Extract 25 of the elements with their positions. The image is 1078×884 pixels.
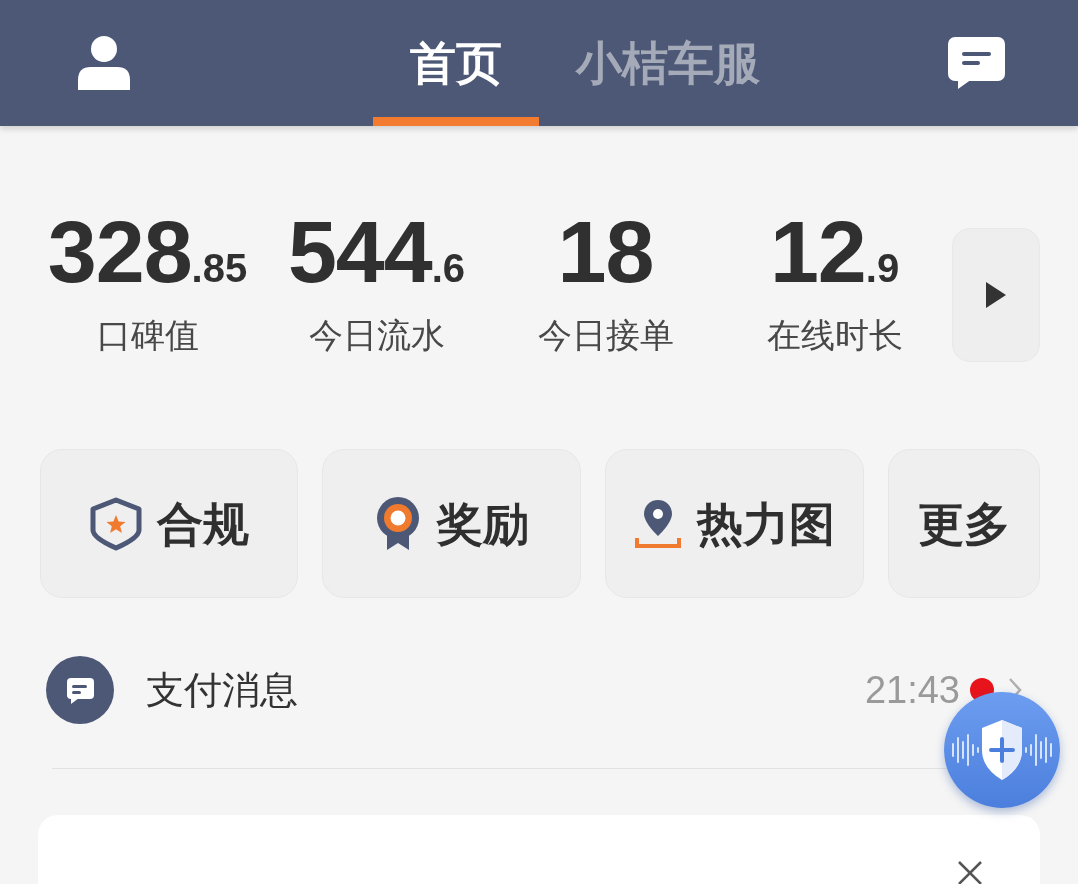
stat-label: 今日接单 (537, 318, 674, 352)
message-time: 21:43 (864, 671, 960, 709)
stat-value: 18 (557, 208, 654, 296)
close-icon[interactable] (957, 860, 983, 884)
shield-plus-icon (950, 718, 1054, 782)
stat-value: 12.9 (769, 208, 900, 296)
shield-star-icon (89, 496, 142, 551)
shortcut-button[interactable]: 合规 (40, 449, 298, 598)
tab[interactable]: 首页 (373, 0, 539, 126)
person-icon[interactable] (78, 36, 130, 90)
stat-value: 544.6 (287, 208, 466, 296)
stat-value: 328.85 (47, 208, 248, 296)
play-triangle-icon (986, 282, 1006, 308)
shortcut-button[interactable]: 更多 (888, 449, 1040, 598)
map-pin-icon (634, 498, 682, 549)
shortcut-button[interactable]: 奖励 (322, 449, 581, 598)
chat-icon[interactable] (948, 37, 1005, 89)
stat-label: 今日流水 (308, 318, 445, 352)
stat-label: 口碑值 (96, 318, 199, 352)
stat-label: 在线时长 (766, 318, 903, 352)
message-icon (46, 656, 114, 724)
shortcut-button[interactable]: 热力图 (605, 449, 864, 598)
message-title: 支付消息 (146, 671, 298, 709)
next-button[interactable] (952, 228, 1040, 362)
medal-icon (374, 496, 422, 551)
